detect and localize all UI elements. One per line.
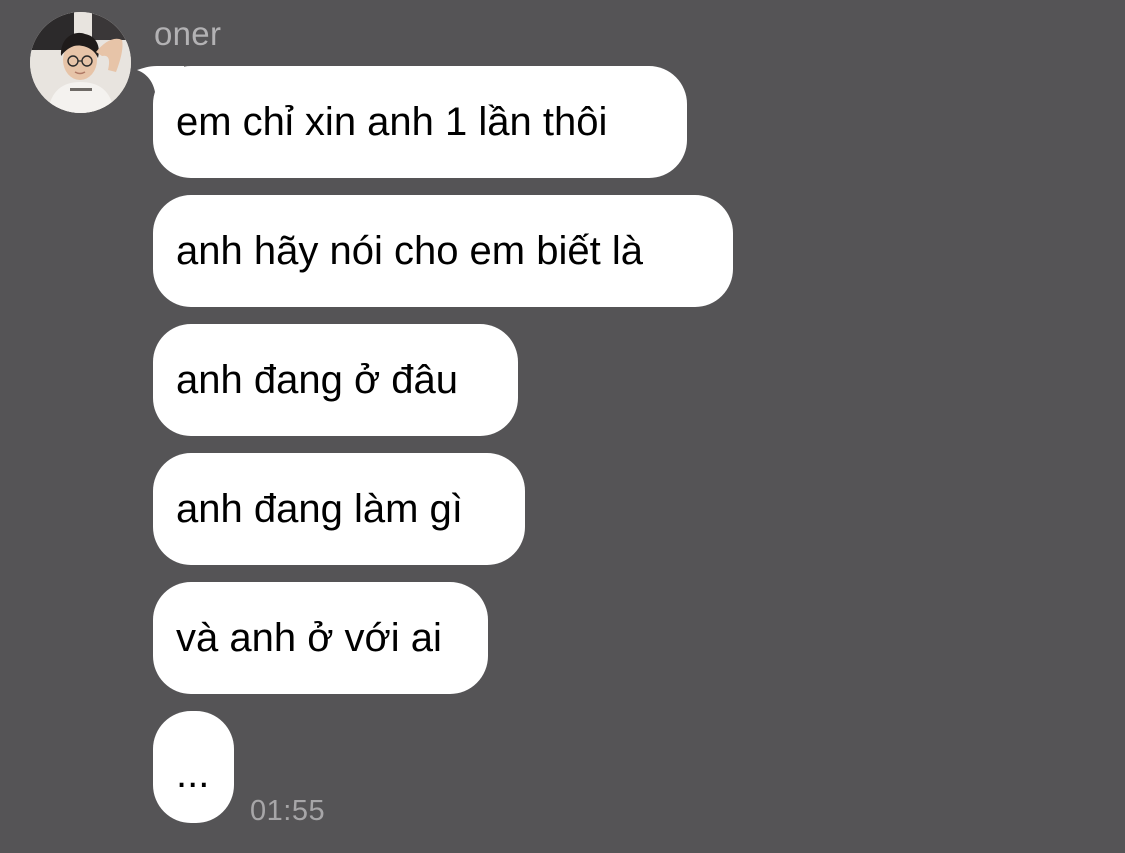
message-text: anh hãy nói cho em biết là — [176, 229, 643, 273]
message-text: anh đang ở đâu — [176, 358, 459, 402]
message-timestamp: 01:55 — [250, 795, 326, 827]
message-bubble[interactable]: anh hãy nói cho em biết là — [153, 195, 733, 307]
user-avatar-photo-icon — [30, 12, 131, 113]
message-bubble[interactable]: em chỉ xin anh 1 lần thôi — [137, 66, 687, 178]
message-text: em chỉ xin anh 1 lần thôi — [176, 100, 608, 144]
message-text: anh đang làm gì — [176, 487, 463, 531]
message-bubble[interactable]: ... — [153, 711, 234, 823]
sender-name: oner — [154, 15, 222, 52]
message-bubble[interactable]: và anh ở với ai — [153, 582, 488, 694]
avatar[interactable] — [30, 12, 131, 113]
message-bubble[interactable]: anh đang ở đâu — [153, 324, 518, 436]
bubble-tail — [137, 66, 184, 102]
message-text: ... — [176, 752, 210, 796]
message-thread: em chỉ xin anh 1 lần thôi anh hãy nói ch… — [137, 66, 1053, 826]
message-text: và anh ở với ai — [176, 616, 442, 660]
message-bubble[interactable]: anh đang làm gì — [153, 453, 525, 565]
